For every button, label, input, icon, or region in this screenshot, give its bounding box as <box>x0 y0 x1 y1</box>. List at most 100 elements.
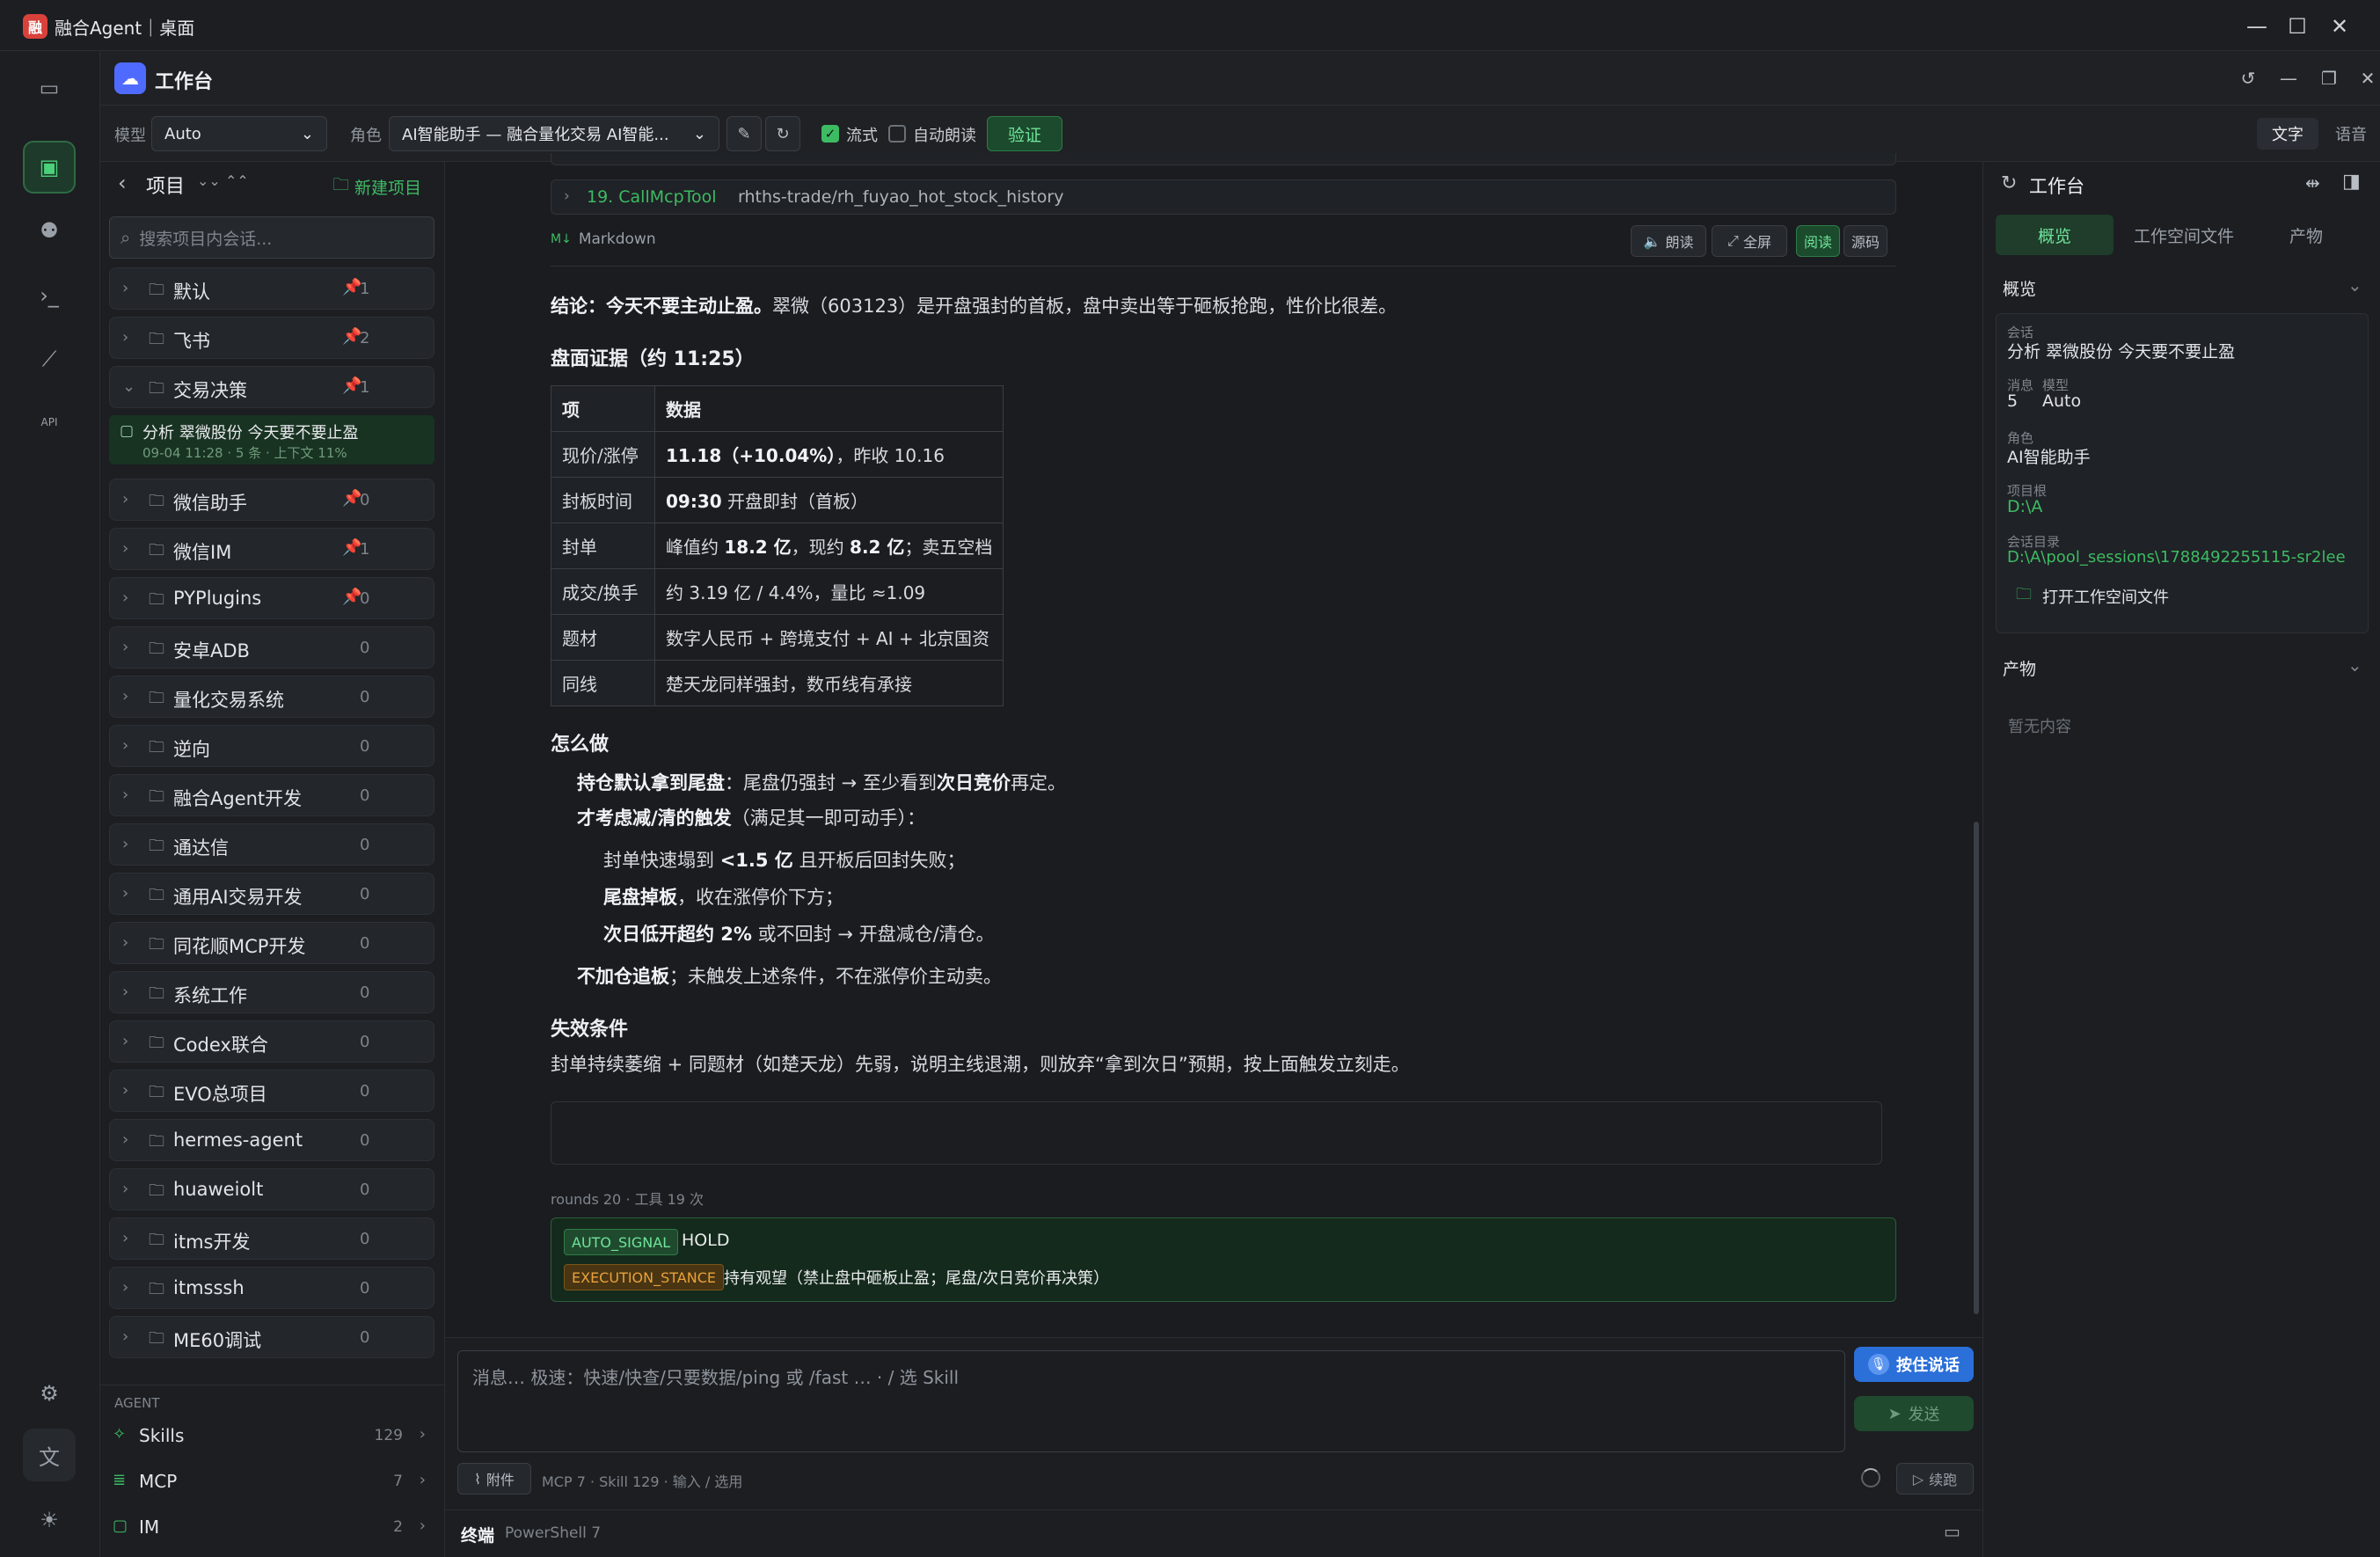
chevron-right-icon: › <box>122 983 129 1001</box>
translate-icon[interactable]: 文 <box>23 1429 76 1481</box>
stance-tag: EXECUTION_STANCE <box>564 1264 724 1290</box>
mode-voice-toggle[interactable]: 语音 <box>2322 118 2380 150</box>
table-cell-text: 开盘即封（首板） <box>721 491 869 512</box>
tool-call-row-prev[interactable] <box>551 153 1896 165</box>
api-icon[interactable]: API <box>23 396 76 449</box>
overview-card: 会话 分析 翠微股份 今天要不要止盈 消息 模型 5 Auto 角色 AI智能助… <box>1996 313 2369 633</box>
project-item[interactable]: › 🗀 itmsssh 0 <box>109 1267 434 1309</box>
project-item[interactable]: › 🗀 飞书 📌 2 <box>109 317 434 359</box>
project-item[interactable]: ⌄ 🗀 交易决策 📌 1 <box>109 366 434 408</box>
close-icon[interactable]: ✕ <box>2318 11 2361 42</box>
history-icon[interactable]: ↺ <box>2232 65 2264 91</box>
autoread-checkbox[interactable] <box>888 125 906 143</box>
project-count: 0 <box>360 1230 370 1248</box>
robot-icon[interactable]: ⚉ <box>23 204 76 257</box>
session-item-active[interactable]: ▢ 分析 翠微股份 今天要不要止盈 09-04 11:28 · 5 条 · 上下… <box>109 415 434 464</box>
refresh-icon[interactable]: ↻ <box>2001 172 2017 194</box>
expand-all-icon[interactable]: ⌃⌃ <box>225 172 249 189</box>
maximize-icon[interactable]: ☐ <box>2276 11 2318 42</box>
project-root-link[interactable]: D:\A <box>2007 497 2042 516</box>
push-to-talk-button[interactable]: 🎙 按住说话 <box>1854 1347 1974 1382</box>
project-count: 0 <box>360 1131 370 1150</box>
model-select[interactable]: Auto ⌄ <box>151 116 327 151</box>
settings-gear-icon[interactable]: ⚙ <box>23 1367 76 1420</box>
project-search-input[interactable]: ⌕ 搜索项目内会话... <box>109 216 434 259</box>
verify-button[interactable]: 验证 <box>987 116 1062 151</box>
project-item[interactable]: › 🗀 通达信 0 <box>109 823 434 866</box>
project-count: 0 <box>360 1082 370 1100</box>
chevron-down-icon[interactable]: ⌄ <box>2347 274 2362 296</box>
project-item[interactable]: › 🗀 逆向 0 <box>109 725 434 767</box>
send-button[interactable]: ➤ 发送 <box>1854 1396 1974 1431</box>
howto-bold: 不加仓追板 <box>577 966 669 987</box>
project-item[interactable]: › 🗀 微信IM 📌 1 <box>109 528 434 570</box>
skills-icon: ✧ <box>113 1425 127 1444</box>
project-item[interactable]: › 🗀 量化交易系统 0 <box>109 676 434 718</box>
message-input[interactable]: 消息… 极速：快速/快查/只要数据/ping 或 /fast … · / 选 S… <box>457 1350 1845 1452</box>
tab-workspace-files[interactable]: 工作空间文件 <box>2122 215 2245 255</box>
project-item[interactable]: › 🗀 系统工作 0 <box>109 971 434 1013</box>
project-item[interactable]: › 🗀 微信助手 📌 0 <box>109 479 434 521</box>
refresh-role-icon[interactable]: ↻ <box>765 116 800 151</box>
project-item[interactable]: › 🗀 PYPlugins 📌 0 <box>109 577 434 619</box>
agent-item-skills[interactable]: ✧ Skills 129 › <box>113 1416 434 1455</box>
collapse-all-icon[interactable]: ⌄⌄ <box>197 172 221 189</box>
attach-button[interactable]: ⌇ 附件 <box>457 1463 531 1495</box>
project-item[interactable]: › 🗀 默认 📌 1 <box>109 267 434 310</box>
howto-bold: 次日竞价 <box>936 772 1011 793</box>
project-item[interactable]: › 🗀 融合Agent开发 0 <box>109 774 434 816</box>
role-select[interactable]: AI智能助手 — 融合量化交易 AI智能... ⌄ <box>389 116 719 151</box>
edit-role-pencil-icon[interactable]: ✎ <box>726 116 762 151</box>
chevron-right-icon: › <box>122 884 129 903</box>
open-workspace-button[interactable]: 🗀 打开工作空间文件 <box>2016 583 2169 610</box>
back-chevron-icon[interactable]: ‹ <box>118 171 127 195</box>
read-aloud-button[interactable]: 🔈 朗读 <box>1631 225 1706 257</box>
project-item[interactable]: › 🗀 同花顺MCP开发 0 <box>109 922 434 964</box>
session-dir-link[interactable]: D:\A\pool_sessions\1788492255115-sr2lee <box>2007 548 2346 567</box>
agent-item-mcp[interactable]: ≣ MCP 7 › <box>113 1462 434 1501</box>
panel-restore-icon[interactable]: ❐ <box>2313 65 2345 91</box>
stream-checkbox[interactable]: ✓ <box>821 125 839 143</box>
folder-icon: 🗀 <box>149 492 164 510</box>
mode-text-toggle[interactable]: 文字 <box>2257 118 2318 150</box>
project-name: 逆向 <box>173 739 210 760</box>
tab-artifacts[interactable]: 产物 <box>2258 215 2354 255</box>
sidebar-toggle-icon[interactable]: ▭ <box>23 62 76 114</box>
artifacts-heading: 产物 <box>2003 660 2037 679</box>
terminal-icon[interactable]: ›_ <box>23 269 76 322</box>
workbench-icon[interactable]: ▣ <box>23 141 76 194</box>
project-name: PYPlugins <box>173 588 262 609</box>
view-source-tab[interactable]: 源码 <box>1843 225 1887 257</box>
chart-icon[interactable]: ⟋ <box>23 333 76 385</box>
panel-toggle-icon[interactable]: ▭ <box>1944 1521 1960 1542</box>
theme-sun-icon[interactable]: ☀ <box>23 1494 76 1546</box>
terminal-bar[interactable]: 终端 PowerShell 7 ▭ <box>445 1509 1982 1557</box>
fullscreen-button[interactable]: ⤢ 全屏 <box>1712 225 1787 257</box>
minimize-icon[interactable]: — <box>2236 11 2278 42</box>
project-name: Codex联合 <box>173 1034 268 1056</box>
project-item[interactable]: › 🗀 hermes-agent 0 <box>109 1119 434 1161</box>
project-item[interactable]: › 🗀 huaweiolt 0 <box>109 1168 434 1210</box>
project-item[interactable]: › 🗀 ME60调试 0 <box>109 1316 434 1358</box>
split-icon[interactable]: ⇹ <box>2305 172 2320 194</box>
project-item[interactable]: › 🗀 EVO总项目 0 <box>109 1070 434 1112</box>
tool-call-row[interactable]: › 19. CallMcpTool rhths-trade/rh_fuyao_h… <box>551 179 1896 215</box>
sidebar-right-icon[interactable]: ◨ <box>2342 171 2361 193</box>
agent-item-im[interactable]: ▢ IM 2 › <box>113 1508 434 1546</box>
agent-item-label: Skills <box>139 1425 185 1446</box>
project-item[interactable]: › 🗀 itms开发 0 <box>109 1217 434 1260</box>
project-item[interactable]: › 🗀 通用AI交易开发 0 <box>109 873 434 915</box>
folder-icon: 🗀 <box>149 1329 164 1348</box>
panel-minimize-icon[interactable]: — <box>2273 65 2304 91</box>
continue-button[interactable]: ▷ 续跑 <box>1896 1463 1974 1495</box>
chat-scrollbar[interactable] <box>1974 822 1979 1314</box>
project-item[interactable]: › 🗀 安卓ADB 0 <box>109 626 434 669</box>
howto-bold: 才考虑减/清的触发 <box>577 808 732 829</box>
new-project-button[interactable]: 🗀 新建项目 <box>332 172 421 201</box>
panel-close-icon[interactable]: ✕ <box>2352 65 2380 91</box>
chevron-down-icon[interactable]: ⌄ <box>2347 654 2362 676</box>
view-read-tab[interactable]: 阅读 <box>1796 225 1840 257</box>
project-name: 融合Agent开发 <box>173 788 303 809</box>
project-item[interactable]: › 🗀 Codex联合 0 <box>109 1020 434 1063</box>
tab-overview[interactable]: 概览 <box>1996 215 2114 255</box>
